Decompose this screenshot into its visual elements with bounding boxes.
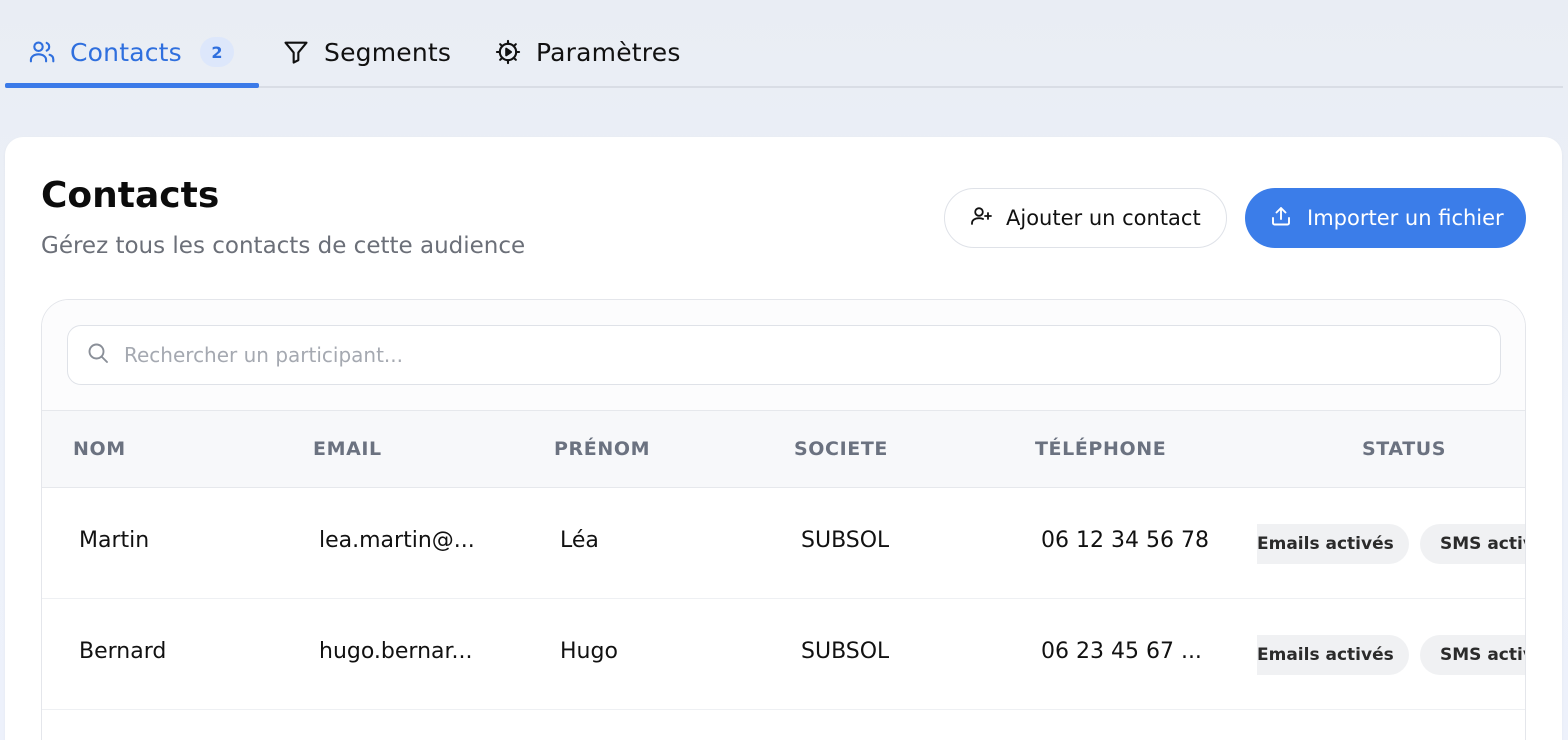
cell-email: lea.martin@... bbox=[319, 528, 475, 553]
page: Contacts 2 Segments Paramètres Contacts … bbox=[0, 0, 1568, 740]
search-icon bbox=[86, 341, 110, 369]
cell-prenom: Hugo bbox=[560, 639, 618, 664]
tab-contacts[interactable]: Contacts 2 bbox=[28, 34, 234, 70]
cell-email: hugo.bernar... bbox=[319, 639, 473, 664]
table-row[interactable]: Bernard hugo.bernar... Hugo SUBSOL 06 23… bbox=[42, 599, 1525, 710]
filter-icon bbox=[282, 38, 310, 66]
cell-telephone: 06 23 45 67 ... bbox=[1041, 639, 1202, 664]
cell-societe: SUBSOL bbox=[801, 639, 890, 664]
cell-nom: Martin bbox=[79, 528, 150, 553]
add-contact-button[interactable]: Ajouter un contact bbox=[944, 188, 1227, 248]
search-input[interactable] bbox=[124, 343, 1484, 367]
cell-nom: Bernard bbox=[79, 639, 167, 664]
tab-segments-label: Segments bbox=[324, 37, 452, 67]
tab-contacts-label: Contacts bbox=[70, 37, 182, 67]
cell-societe: SUBSOL bbox=[801, 528, 890, 553]
column-header-telephone[interactable]: TÉLÉPHONE bbox=[1035, 438, 1166, 460]
upload-icon bbox=[1269, 204, 1293, 233]
column-header-nom[interactable]: NOM bbox=[73, 438, 126, 460]
active-tab-indicator bbox=[5, 83, 259, 88]
status-badge-sms: SMS activ bbox=[1420, 524, 1525, 564]
status-badge-email: Emails activés bbox=[1257, 635, 1409, 675]
user-plus-icon bbox=[970, 204, 994, 233]
column-header-email[interactable]: EMAIL bbox=[313, 438, 382, 460]
tab-segments[interactable]: Segments bbox=[282, 34, 451, 70]
search-bar-area bbox=[42, 300, 1525, 410]
tab-bar: Contacts 2 Segments Paramètres bbox=[0, 0, 1568, 90]
column-header-prenom[interactable]: PRÉNOM bbox=[554, 438, 650, 460]
column-header-societe[interactable]: SOCIETE bbox=[794, 438, 888, 460]
import-file-button[interactable]: Importer un fichier bbox=[1245, 188, 1526, 248]
search-box[interactable] bbox=[67, 325, 1501, 385]
cell-telephone: 06 12 34 56 78 bbox=[1041, 528, 1209, 553]
column-header-status[interactable]: STATUS bbox=[1362, 438, 1446, 460]
tab-parametres[interactable]: Paramètres bbox=[494, 34, 681, 70]
contacts-card: Contacts Gérez tous les contacts de cett… bbox=[5, 137, 1562, 740]
tab-parametres-label: Paramètres bbox=[536, 37, 681, 67]
users-icon bbox=[28, 38, 56, 66]
import-file-label: Importer un fichier bbox=[1307, 206, 1504, 230]
page-subtitle: Gérez tous les contacts de cette audienc… bbox=[41, 233, 526, 259]
gear-icon bbox=[494, 38, 522, 66]
table-row[interactable]: Martin lea.martin@... Léa SUBSOL 06 12 3… bbox=[42, 488, 1525, 599]
contacts-count-badge: 2 bbox=[199, 37, 234, 67]
cell-prenom: Léa bbox=[560, 528, 599, 553]
table-header: NOM EMAIL PRÉNOM SOCIETE TÉLÉPHONE STATU… bbox=[42, 410, 1525, 488]
contacts-table: NOM EMAIL PRÉNOM SOCIETE TÉLÉPHONE STATU… bbox=[41, 299, 1526, 740]
page-title: Contacts bbox=[41, 175, 220, 216]
status-badge-sms: SMS activ bbox=[1420, 635, 1525, 675]
status-badge-email: Emails activés bbox=[1257, 524, 1409, 564]
add-contact-label: Ajouter un contact bbox=[1006, 206, 1201, 230]
